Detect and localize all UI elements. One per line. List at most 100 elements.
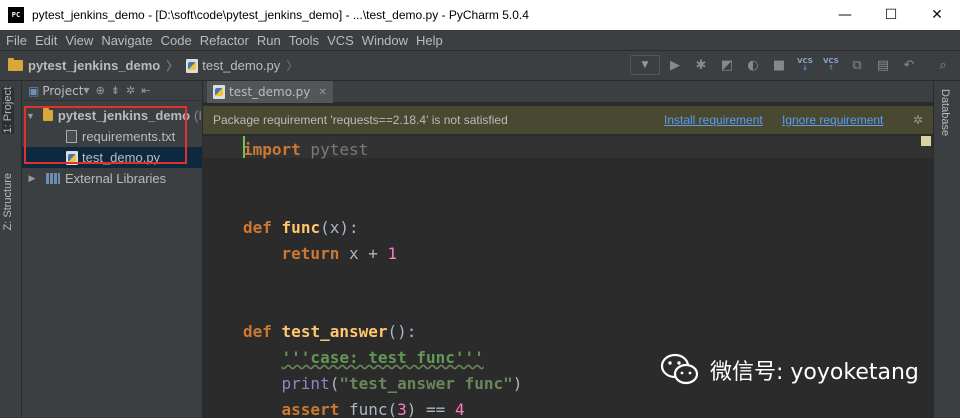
- library-icon: [46, 173, 60, 184]
- close-button[interactable]: ✕: [914, 0, 960, 30]
- tree-item-label: External Libraries: [65, 171, 167, 186]
- breadcrumb-file[interactable]: test_demo.py 〉: [186, 57, 298, 74]
- scroll-from-source-icon[interactable]: ⊕: [96, 84, 105, 97]
- project-panel: ▣ Project ▼ ⊕ ⇟ ✲ ⇤ ▼ pytest_jenkins_dem…: [22, 81, 203, 418]
- vcs-update-icon[interactable]: VCS ↓: [794, 55, 816, 75]
- watermark-text: 微信号: yoyoketang: [710, 360, 919, 385]
- menu-vcs[interactable]: VCS: [323, 33, 358, 48]
- editor-tab-label: test_demo.py: [229, 85, 311, 99]
- notification-settings-gear-icon[interactable]: ✲: [913, 113, 923, 127]
- stop-icon[interactable]: ■: [768, 55, 790, 75]
- tree-item-external-libraries[interactable]: ▶ External Libraries: [22, 168, 202, 189]
- breadcrumb-separator: 〉: [286, 59, 299, 73]
- wechat-logo-icon: [660, 353, 699, 385]
- python-file-icon: [213, 85, 225, 99]
- breadcrumb-project[interactable]: pytest_jenkins_demo 〉: [8, 57, 178, 74]
- settings-gear-icon[interactable]: ✲: [126, 84, 135, 97]
- tab-project[interactable]: 1: Project: [2, 87, 14, 134]
- code-text: (: [329, 374, 340, 393]
- right-tool-strip: Database: [933, 81, 960, 418]
- project-view-dropdown[interactable]: Project: [42, 84, 83, 98]
- install-requirement-link[interactable]: Install requirement: [664, 113, 763, 127]
- folder-icon: [8, 58, 23, 71]
- editor-tab-bar: test_demo.py ✕: [203, 81, 933, 103]
- debug-icon[interactable]: ✱: [690, 55, 712, 75]
- tree-item-suffix: (I: [194, 108, 202, 123]
- code-number: 3: [397, 400, 407, 418]
- python-file-icon: [186, 58, 199, 73]
- dropdown-arrow-icon[interactable]: ▼: [83, 86, 89, 95]
- search-everywhere-icon[interactable]: ⌕: [932, 55, 954, 75]
- title-bar: PC pytest_jenkins_demo - [D:\soft\code\p…: [0, 0, 960, 30]
- left-tool-strip: 1: Project Z: Structure: [0, 81, 22, 418]
- pycharm-app-icon: PC: [8, 7, 24, 23]
- tree-item-requirements[interactable]: requirements.txt: [22, 126, 202, 147]
- hide-panel-icon[interactable]: ⇤: [141, 84, 150, 97]
- collapse-all-icon[interactable]: ⇟: [111, 84, 120, 97]
- menu-navigate[interactable]: Navigate: [97, 33, 156, 48]
- breadcrumb-project-label: pytest_jenkins_demo: [28, 58, 161, 73]
- window-controls: — ☐ ✕: [822, 0, 960, 30]
- code-builtin: print: [281, 374, 330, 393]
- menu-edit[interactable]: Edit: [31, 33, 61, 48]
- tree-item-test-demo[interactable]: test_demo.py: [22, 147, 202, 168]
- code-line-9: '''case: test func''': [243, 346, 484, 370]
- project-panel-header: ▣ Project ▼ ⊕ ⇟ ✲ ⇤: [22, 81, 202, 101]
- menu-window[interactable]: Window: [358, 33, 412, 48]
- code-text: ():: [387, 322, 417, 341]
- code-number: 4: [454, 400, 465, 418]
- expand-arrow-icon[interactable]: ▼: [26, 111, 35, 121]
- tab-test-demo[interactable]: test_demo.py ✕: [207, 81, 333, 103]
- inspection-marker[interactable]: [921, 136, 931, 146]
- code-text: ): [512, 374, 523, 393]
- code-function-name: func: [281, 218, 321, 237]
- code-keyword: assert: [281, 400, 340, 418]
- run-icon[interactable]: ▶: [664, 55, 686, 75]
- tree-item-project-root[interactable]: ▼ pytest_jenkins_demo (I: [22, 105, 202, 126]
- profile-icon[interactable]: ◐: [742, 55, 764, 75]
- ignore-requirement-link[interactable]: Ignore requirement: [782, 113, 883, 127]
- code-line-11: assert func(3) == 4: [243, 398, 465, 418]
- history-icon[interactable]: ▤: [872, 55, 894, 75]
- code-line-4: def func(x):: [243, 216, 359, 240]
- minimize-button[interactable]: —: [822, 0, 868, 30]
- code-keyword: import: [243, 140, 301, 159]
- maximize-button[interactable]: ☐: [868, 0, 914, 30]
- revert-icon[interactable]: ↶: [898, 55, 920, 75]
- menu-code[interactable]: Code: [157, 33, 196, 48]
- code-string: "test_answer func": [339, 374, 513, 393]
- close-tab-icon[interactable]: ✕: [318, 87, 326, 98]
- menu-file[interactable]: File: [2, 33, 31, 48]
- run-coverage-icon[interactable]: ◩: [716, 55, 738, 75]
- code-text: (x):: [320, 218, 359, 237]
- tree-item-label: test_demo.py: [82, 150, 161, 165]
- navigation-bar: pytest_jenkins_demo 〉 test_demo.py 〉 ▼ ▶…: [0, 50, 960, 81]
- code-text: x +: [339, 244, 388, 263]
- menu-view[interactable]: View: [61, 33, 97, 48]
- tab-structure[interactable]: Z: Structure: [2, 173, 14, 230]
- menu-refactor[interactable]: Refactor: [196, 33, 253, 48]
- menu-help[interactable]: Help: [412, 33, 447, 48]
- tab-database[interactable]: Database: [939, 89, 951, 136]
- expand-arrow-icon[interactable]: ▶: [26, 173, 38, 184]
- code-text: ) ==: [406, 400, 455, 418]
- code-keyword: def: [243, 218, 272, 237]
- menu-run[interactable]: Run: [253, 33, 285, 48]
- code-function-name: test_answer: [281, 322, 388, 341]
- python-file-icon: [66, 150, 78, 165]
- menu-tools[interactable]: Tools: [285, 33, 323, 48]
- wechat-watermark: 微信号: yoyoketang: [660, 352, 919, 388]
- folder-icon: [42, 108, 53, 121]
- project-view-icon: ▣: [28, 83, 40, 98]
- code-text: pytest: [300, 140, 369, 159]
- code-line-8: def test_answer():: [243, 320, 416, 344]
- run-config-dropdown[interactable]: ▼: [630, 55, 660, 75]
- tree-item-label: requirements.txt: [82, 129, 176, 144]
- vcs-commit-icon[interactable]: VCS ↑: [820, 55, 842, 75]
- code-keyword: return: [281, 244, 340, 263]
- text-file-icon: [66, 130, 77, 143]
- compare-icon[interactable]: ⧉: [846, 55, 868, 75]
- tree-item-label: pytest_jenkins_demo: [57, 108, 191, 123]
- code-keyword: def: [243, 322, 272, 341]
- breadcrumb-file-label: test_demo.py: [202, 58, 281, 73]
